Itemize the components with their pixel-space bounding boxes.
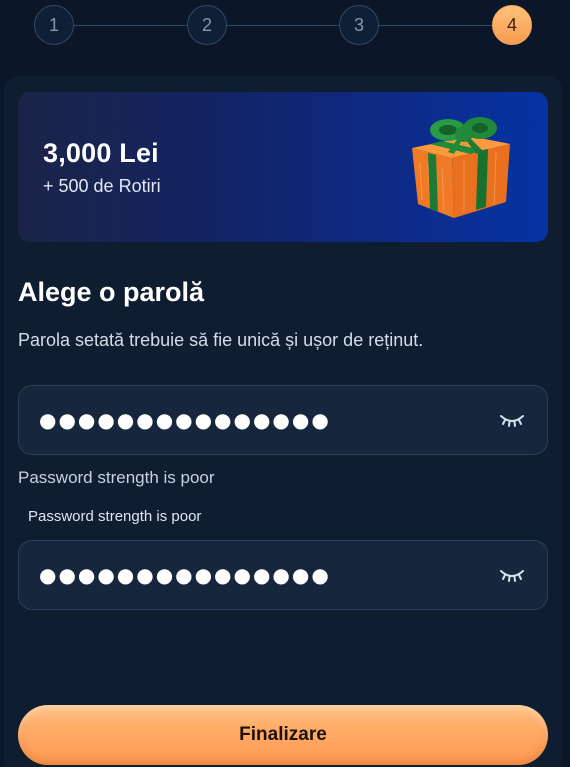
eye-closed-icon[interactable]	[499, 567, 525, 583]
confirm-strength-hint: Password strength is poor	[28, 508, 202, 525]
stepper-connector	[227, 25, 339, 26]
step-3[interactable]: 3	[339, 5, 379, 45]
password-input[interactable]	[39, 408, 499, 432]
stepper-connector	[74, 25, 187, 26]
stepper-connector	[379, 25, 492, 26]
password-strength-hint: Password strength is poor	[18, 468, 215, 487]
password-field[interactable]	[18, 385, 548, 455]
progress-stepper: 1 2 3 4	[34, 5, 532, 47]
bonus-amount: 3,000 Lei	[43, 138, 159, 168]
gift-box-icon	[412, 117, 510, 218]
finalize-button[interactable]: Finalizare	[18, 705, 548, 765]
step-4-active[interactable]: 4	[492, 5, 532, 45]
page-title: Alege o parolă	[18, 277, 205, 307]
bonus-banner: 3,000 Lei + 500 de Rotiri	[18, 92, 548, 242]
confirm-password-input[interactable]	[39, 563, 499, 587]
step-1[interactable]: 1	[34, 5, 74, 45]
page-subtitle: Parola setată trebuie să fie unică și uș…	[18, 330, 424, 350]
eye-closed-icon[interactable]	[499, 412, 525, 428]
step-2[interactable]: 2	[187, 5, 227, 45]
bonus-spins: + 500 de Rotiri	[43, 176, 161, 196]
confirm-password-field[interactable]	[18, 540, 548, 610]
